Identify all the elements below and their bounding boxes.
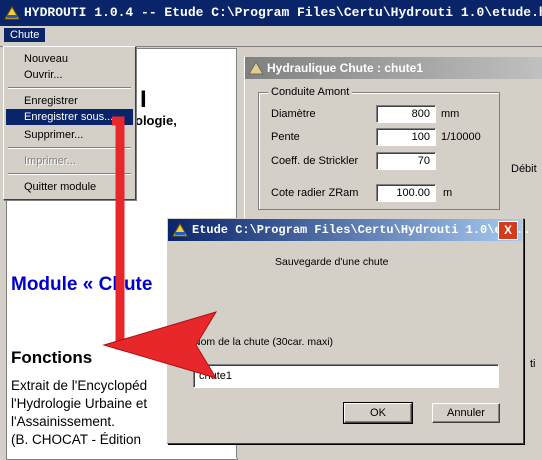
diametre-unit: mm [441,108,460,120]
menu-item-imprimer[interactable]: Imprimer... [6,153,133,169]
document-section-title: Fonctions [11,348,93,367]
ok-button[interactable]: OK [343,402,413,424]
debit-label-fragment: Débit [511,163,537,175]
document-line: l'Hydrologie Urbaine et [11,396,148,411]
cote-radier-label: Cote radier ZRam [271,187,359,199]
hydraulique-title-bar[interactable]: Hydraulique Chute : chute1 [245,57,542,79]
pente-unit: 1/10000 [441,131,481,143]
menu-separator [8,147,131,149]
menu-item-ouvrir[interactable]: Ouvrir... [6,67,133,83]
hydrouti-app-icon [248,61,264,75]
menu-item-nouveau[interactable]: Nouveau [6,51,133,67]
menu-item-quitter-module[interactable]: Quitter module [6,179,133,195]
chute-name-label: Nom de la chute (30car. maxi) [193,336,334,348]
cote-radier-field[interactable]: 100.00 [376,184,436,202]
document-line: (B. CHOCAT - Édition [11,432,142,447]
conduite-amont-label: Conduite Amont [268,86,353,98]
dialog-title-bar[interactable]: Etude C:\Program Files\Certu\Hydrouti 1.… [168,219,530,241]
hydraulique-title: Hydraulique Chute : chute1 [267,61,424,75]
document-line: Extrait de l'Encyclopéd [11,378,148,393]
strickler-label: Coeff. de Strickler [271,155,359,167]
dialog-message: Sauvegarde d'une chute [275,256,389,268]
menu-separator [8,87,131,89]
dialog-title: Etude C:\Program Files\Certu\Hydrouti 1.… [192,223,531,237]
menu-item-supprimer[interactable]: Supprimer... [6,127,133,143]
main-title-bar[interactable]: HYDROUTI 1.0.4 -- Etude C:\Program Files… [0,0,542,26]
menu-bar: Chute [0,26,542,47]
main-window-title: HYDROUTI 1.0.4 -- Etude C:\Program Files… [24,5,542,20]
pente-field[interactable]: 100 [376,128,436,146]
hydrouti-app-icon [172,223,188,237]
hydrouti-app-icon [4,6,20,20]
menu-chute[interactable]: Chute [4,28,46,42]
menu-item-enregistrer-sous[interactable]: Enregistrer sous... [6,109,133,125]
document-module-title: Module « Chute [11,274,153,295]
document-heading-fragment: I [140,86,147,113]
close-icon[interactable]: X [498,221,518,240]
menu-item-enregistrer[interactable]: Enregistrer [6,93,133,109]
diametre-field[interactable]: 800 [376,105,436,123]
menu-separator [8,173,131,175]
strickler-field[interactable]: 70 [376,152,436,170]
cancel-button[interactable]: Annuler [432,403,500,423]
tab-fragment[interactable]: ti [530,358,536,370]
chute-dropdown-menu: Nouveau Ouvrir... Enregistrer Enregistre… [3,46,136,200]
diametre-label: Diamètre [271,108,316,120]
pente-label: Pente [271,131,300,143]
chute-name-input[interactable]: chute1 [193,364,499,388]
document-line: l'Assainissement. [11,414,115,429]
cote-radier-unit: m [443,187,453,199]
